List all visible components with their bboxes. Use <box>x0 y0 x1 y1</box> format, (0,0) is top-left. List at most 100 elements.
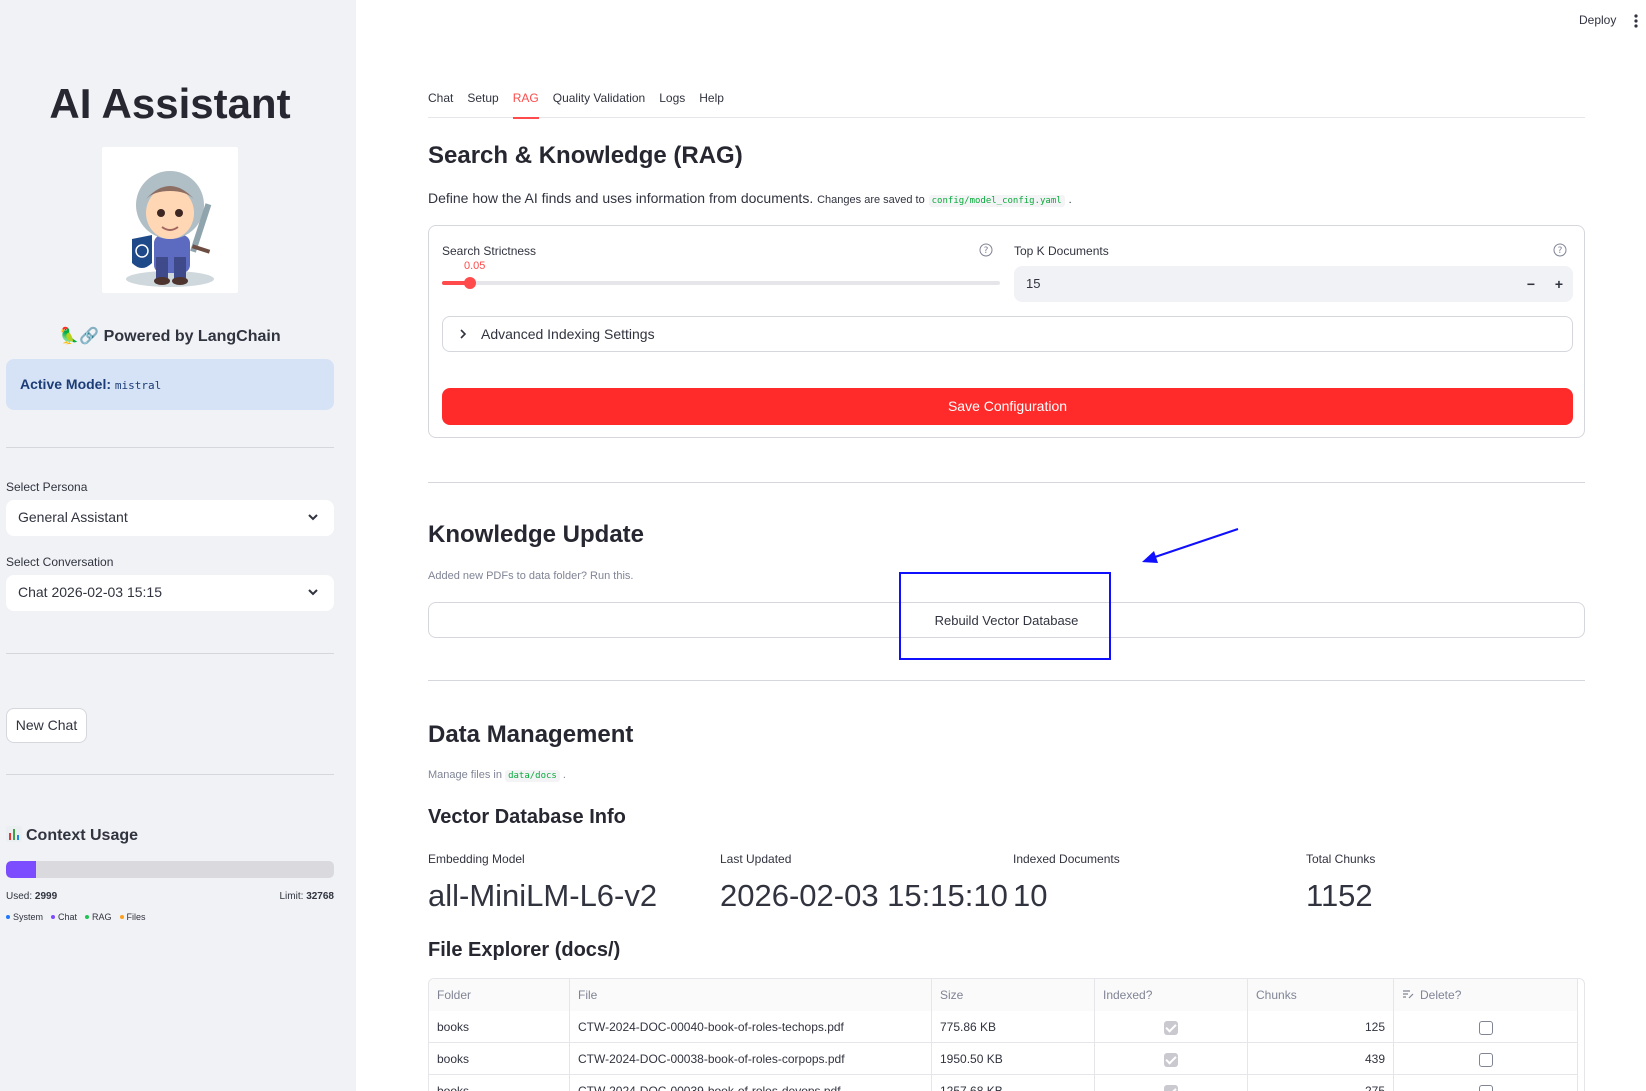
rag-section-title: Search & Knowledge (RAG) <box>428 142 743 169</box>
search-strictness-value: 0.05 <box>464 260 486 272</box>
metric-total-chunks: Total Chunks 1152 <box>1306 852 1375 914</box>
table-row[interactable]: books CTW-2024-DOC-00040-book-of-roles-te… <box>429 1011 1578 1043</box>
context-limit-label: Limit: <box>279 891 304 902</box>
column-header-delete[interactable]: Delete? <box>1394 979 1578 1011</box>
rebuild-vector-database-button[interactable]: Rebuild Vector Database <box>428 602 1585 638</box>
top-k-value: 15 <box>1026 276 1041 291</box>
powered-by-label: 🦜🔗 Powered by LangChain <box>59 328 281 345</box>
column-header-file[interactable]: File <box>570 979 932 1011</box>
cell-folder: books <box>429 1011 570 1043</box>
cell-file: CTW-2024-DOC-00039-book-of-roles-devops.… <box>570 1075 932 1091</box>
save-configuration-button[interactable]: Save Configuration <box>442 388 1573 425</box>
persona-label: Select Persona <box>6 480 88 494</box>
context-used-label: Used: <box>6 891 33 902</box>
persona-select[interactable]: General Assistant <box>6 500 334 536</box>
tab-quality-validation[interactable]: Quality Validation <box>553 90 646 118</box>
column-header-label: Chunks <box>1256 988 1297 1002</box>
rag-saved-note: Changes are saved to <box>817 194 925 206</box>
data-management-title: Data Management <box>428 721 634 748</box>
new-chat-button[interactable]: New Chat <box>6 708 87 743</box>
legend-label: RAG <box>92 912 112 922</box>
cell-file: CTW-2024-DOC-00040-book-of-roles-techops… <box>570 1011 932 1043</box>
metric-value: 1152 <box>1306 878 1373 913</box>
chevron-down-icon <box>308 514 318 521</box>
indexed-checkbox <box>1164 1084 1178 1091</box>
delete-checkbox[interactable] <box>1478 1020 1493 1035</box>
cell-file: CTW-2024-DOC-00038-book-of-roles-corpops… <box>570 1043 932 1075</box>
cell-delete[interactable] <box>1394 1075 1578 1091</box>
increment-button[interactable]: + <box>1549 274 1569 294</box>
svg-text:?: ? <box>1558 246 1563 256</box>
metric-value: 10 <box>1013 878 1048 913</box>
legend-dot <box>51 915 56 919</box>
metric-value: all-MiniLM-L6-v2 <box>428 878 658 913</box>
tab-rag[interactable]: RAG <box>512 90 539 119</box>
top-k-label: Top K Documents <box>1014 244 1109 258</box>
cell-size: 1257.68 KB <box>932 1075 1095 1091</box>
indexed-checkbox <box>1164 1020 1178 1035</box>
edit-column-icon <box>1403 990 1414 999</box>
persona-select-value: General Assistant <box>18 509 128 525</box>
knowledge-update-caption: Added new PDFs to data folder? Run this. <box>428 570 634 582</box>
chevron-down-icon <box>308 589 318 596</box>
context-usage-fill <box>6 861 36 878</box>
legend-label: System <box>13 912 44 922</box>
tab-chat[interactable]: Chat <box>428 90 453 118</box>
sidebar-title: AI Assistant <box>49 80 291 127</box>
legend-dot <box>6 915 10 919</box>
table-header: Folder File Size Indexed? Chunks Delete? <box>429 979 1578 1011</box>
knight-mascot-image <box>102 147 238 293</box>
metric-value: 2026-02-03 15:15:10 <box>720 878 1008 913</box>
search-strictness-slider[interactable] <box>442 277 1000 289</box>
column-header-size[interactable]: Size <box>932 979 1095 1011</box>
table-row[interactable]: books CTW-2024-DOC-00038-book-of-roles-co… <box>429 1043 1578 1075</box>
tab-setup[interactable]: Setup <box>467 90 498 118</box>
cell-size: 1950.50 KB <box>932 1043 1095 1075</box>
column-header-indexed[interactable]: Indexed? <box>1095 979 1248 1011</box>
cell-indexed <box>1095 1011 1248 1043</box>
metric-embedding-model: Embedding Model all-MiniLM-L6-v2 <box>428 852 657 914</box>
advanced-indexing-expander[interactable]: Advanced Indexing Settings <box>442 316 1573 352</box>
column-header-label: Folder <box>437 988 472 1002</box>
help-icon[interactable]: ? <box>1553 243 1567 257</box>
delete-checkbox[interactable] <box>1478 1084 1493 1091</box>
search-strictness-label: Search Strictness <box>442 244 537 258</box>
context-limit-value: 32768 <box>306 891 334 902</box>
metric-last-updated: Last Updated 2026-02-03 15:15:10 <box>720 852 1008 914</box>
cell-folder: books <box>429 1043 570 1075</box>
top-k-input[interactable]: 15 − + <box>1014 266 1573 302</box>
annotation-arrow-icon <box>1142 528 1239 563</box>
decrement-button[interactable]: − <box>1521 274 1541 294</box>
context-usage-title: Context Usage <box>6 826 138 845</box>
rag-description: Define how the AI finds and uses informa… <box>428 190 1072 207</box>
slider-thumb[interactable] <box>463 277 476 289</box>
column-header-label: Delete? <box>1420 988 1462 1002</box>
sidebar-divider <box>6 447 334 448</box>
context-used: Used: 2999 <box>6 891 57 902</box>
metric-label: Embedding Model <box>428 852 525 866</box>
active-model-value: mistral <box>114 379 162 392</box>
advanced-indexing-label: Advanced Indexing Settings <box>481 326 655 342</box>
column-header-folder[interactable]: Folder <box>429 979 570 1011</box>
table-row[interactable]: books CTW-2024-DOC-00039-book-of-roles-de… <box>429 1075 1578 1091</box>
tab-logs[interactable]: Logs <box>659 90 685 118</box>
main-menu-icon[interactable] <box>1633 13 1639 29</box>
active-model-info: Active Model: mistral <box>6 359 334 410</box>
legend-item: Chat <box>51 912 77 922</box>
delete-checkbox[interactable] <box>1478 1052 1493 1067</box>
conversation-select[interactable]: Chat 2026-02-03 15:15 <box>6 575 334 611</box>
tab-help[interactable]: Help <box>699 90 724 118</box>
deploy-button[interactable]: Deploy <box>1579 13 1616 27</box>
legend-item: System <box>6 912 43 922</box>
column-header-label: File <box>578 988 598 1002</box>
legend-dot <box>85 915 90 919</box>
column-header-chunks[interactable]: Chunks <box>1248 979 1394 1011</box>
cell-delete[interactable] <box>1394 1043 1578 1075</box>
chevron-right-icon <box>460 329 467 339</box>
cell-delete[interactable] <box>1394 1011 1578 1043</box>
cell-chunks: 275 <box>1248 1075 1394 1091</box>
sidebar-divider <box>6 653 334 654</box>
legend-dot <box>119 915 124 919</box>
help-icon[interactable]: ? <box>979 243 993 257</box>
file-explorer-title: File Explorer (docs/) <box>428 939 621 961</box>
